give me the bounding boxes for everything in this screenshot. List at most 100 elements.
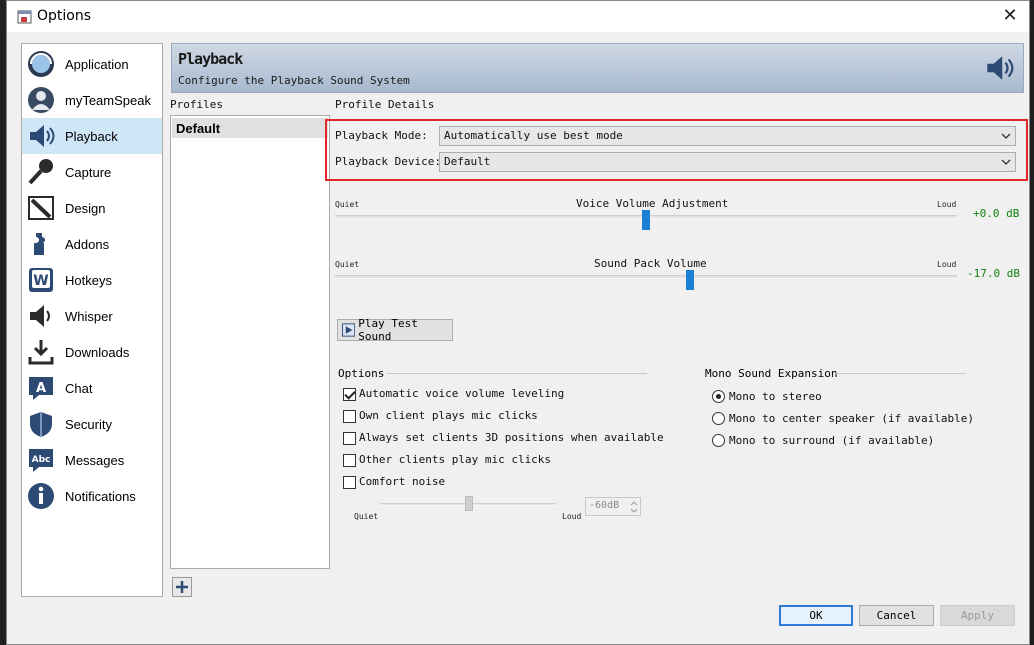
sidebar-item-label: Capture (65, 164, 112, 180)
sound-pack-title: Sound Pack Volume (594, 257, 707, 270)
options-window: Options ✕ Application myTeamSpeak Playba… (6, 0, 1030, 645)
sidebar-item-messages[interactable]: Abc Messages (22, 442, 162, 478)
chat-icon: A (25, 372, 57, 404)
options-window-icon (17, 10, 32, 24)
sidebar-item-downloads[interactable]: Downloads (22, 334, 162, 370)
other-clients-mic-clicks-checkbox[interactable] (343, 454, 356, 467)
chevron-down-icon (1001, 159, 1011, 165)
sidebar-item-label: Addons (65, 236, 110, 252)
mono-group-title: Mono Sound Expansion (705, 367, 838, 380)
title-bar: Options ✕ (7, 1, 1029, 32)
sidebar-item-capture[interactable]: Capture (22, 154, 162, 190)
mono-to-surround-label: Mono to surround (if available) (729, 434, 935, 447)
apply-button[interactable]: Apply (940, 605, 1015, 626)
page-subtitle: Configure the Playback Sound System (178, 74, 410, 87)
playback-mode-value: Automatically use best mode (444, 129, 623, 142)
comfort-noise-max-label: Loud (562, 512, 582, 521)
whisper-icon (25, 300, 57, 332)
sidebar-item-label: Downloads (65, 344, 130, 360)
always-set-3d-checkbox[interactable] (343, 432, 356, 445)
own-client-mic-clicks-label: Own client plays mic clicks (359, 409, 538, 422)
page-header: Playback Configure the Playback Sound Sy… (171, 43, 1024, 93)
options-group-line (387, 373, 647, 374)
sidebar-item-label: Security (65, 416, 112, 432)
application-icon (25, 48, 57, 80)
auto-volume-leveling-label: Automatic voice volume leveling (359, 387, 565, 400)
playback-device-select[interactable]: Default (439, 152, 1016, 172)
messages-icon: Abc (25, 444, 57, 476)
sidebar-item-addons[interactable]: Addons (22, 226, 162, 262)
sidebar: Application myTeamSpeak Playback Capture… (21, 43, 163, 597)
voice-volume-handle[interactable] (642, 210, 650, 230)
mono-to-stereo-label: Mono to stereo (729, 390, 822, 403)
microphone-icon (25, 156, 57, 188)
sound-pack-handle[interactable] (685, 270, 694, 290)
comfort-noise-checkbox[interactable] (343, 476, 356, 489)
play-test-sound-label: Play Test Sound (358, 317, 418, 343)
comfort-noise-value: -60dB (589, 500, 620, 511)
mono-to-surround-radio[interactable] (712, 434, 725, 447)
mono-to-center-label: Mono to center speaker (if available) (729, 412, 975, 425)
voice-volume-min-label: Quiet (335, 200, 360, 209)
own-client-mic-clicks-checkbox[interactable] (343, 410, 356, 423)
sidebar-item-label: Notifications (65, 488, 136, 504)
svg-text:Abc: Abc (32, 455, 51, 465)
comfort-noise-min-label: Quiet (354, 512, 379, 521)
sidebar-item-label: Hotkeys (65, 272, 112, 288)
sidebar-item-label: Application (65, 56, 129, 72)
sidebar-item-myteamspeak[interactable]: myTeamSpeak (22, 82, 162, 118)
profiles-label: Profiles (170, 98, 223, 111)
play-icon (342, 323, 356, 337)
sidebar-item-notifications[interactable]: Notifications (22, 478, 162, 514)
sidebar-item-label: Chat (65, 380, 93, 396)
hotkey-icon: W (25, 264, 57, 296)
sidebar-item-playback[interactable]: Playback (22, 118, 162, 154)
voice-volume-value: +0.0 dB (973, 207, 1020, 220)
comfort-noise-handle[interactable] (465, 496, 473, 511)
playback-mode-select[interactable]: Automatically use best mode (439, 126, 1016, 146)
sound-pack-value: -17.0 dB (967, 267, 1020, 280)
sidebar-item-label: Messages (65, 452, 125, 468)
playback-device-label: Playback Device: (335, 155, 441, 168)
cancel-button[interactable]: Cancel (859, 605, 934, 626)
shield-icon (25, 408, 57, 440)
playback-device-value: Default (444, 155, 491, 168)
sidebar-item-chat[interactable]: A Chat (22, 370, 162, 406)
ok-button[interactable]: OK (779, 605, 853, 626)
auto-volume-leveling-checkbox[interactable] (343, 388, 356, 401)
chevron-down-icon (1001, 133, 1011, 139)
add-profile-button[interactable] (172, 577, 192, 597)
svg-text:A: A (36, 381, 46, 396)
puzzle-icon (25, 228, 57, 260)
sidebar-item-design[interactable]: Design (22, 190, 162, 226)
profile-item-default[interactable]: Default (172, 118, 328, 138)
sidebar-item-label: Design (65, 200, 106, 216)
mono-to-center-radio[interactable] (712, 412, 725, 425)
always-set-3d-label: Always set clients 3D positions when ava… (359, 431, 664, 444)
page-title: Playback (178, 50, 243, 68)
plus-icon (176, 581, 188, 593)
speaker-icon (987, 56, 1014, 80)
close-button[interactable]: ✕ (997, 3, 1023, 29)
chevron-up-icon[interactable] (630, 500, 638, 507)
comfort-noise-label: Comfort noise (359, 475, 446, 488)
comfort-noise-spinbox[interactable]: -60dB (585, 497, 641, 516)
download-icon (25, 336, 57, 368)
options-group-title: Options (338, 367, 385, 380)
speaker-icon (25, 120, 57, 152)
other-clients-mic-clicks-label: Other clients play mic clicks (359, 453, 552, 466)
sidebar-item-label: myTeamSpeak (65, 92, 151, 108)
sound-pack-max-label: Loud (937, 260, 957, 269)
profile-details-label: Profile Details (335, 98, 435, 111)
play-test-sound-button[interactable]: Play Test Sound (337, 317, 453, 343)
sidebar-item-security[interactable]: Security (22, 406, 162, 442)
sidebar-item-label: Whisper (65, 308, 113, 324)
sound-pack-track[interactable] (335, 275, 957, 279)
mono-to-stereo-radio[interactable] (712, 390, 725, 403)
sidebar-item-whisper[interactable]: Whisper (22, 298, 162, 334)
sidebar-item-application[interactable]: Application (22, 46, 162, 82)
voice-volume-max-label: Loud (937, 200, 957, 209)
sidebar-item-hotkeys[interactable]: W Hotkeys (22, 262, 162, 298)
chevron-down-icon[interactable] (630, 507, 638, 514)
profiles-list: Default (170, 115, 330, 569)
